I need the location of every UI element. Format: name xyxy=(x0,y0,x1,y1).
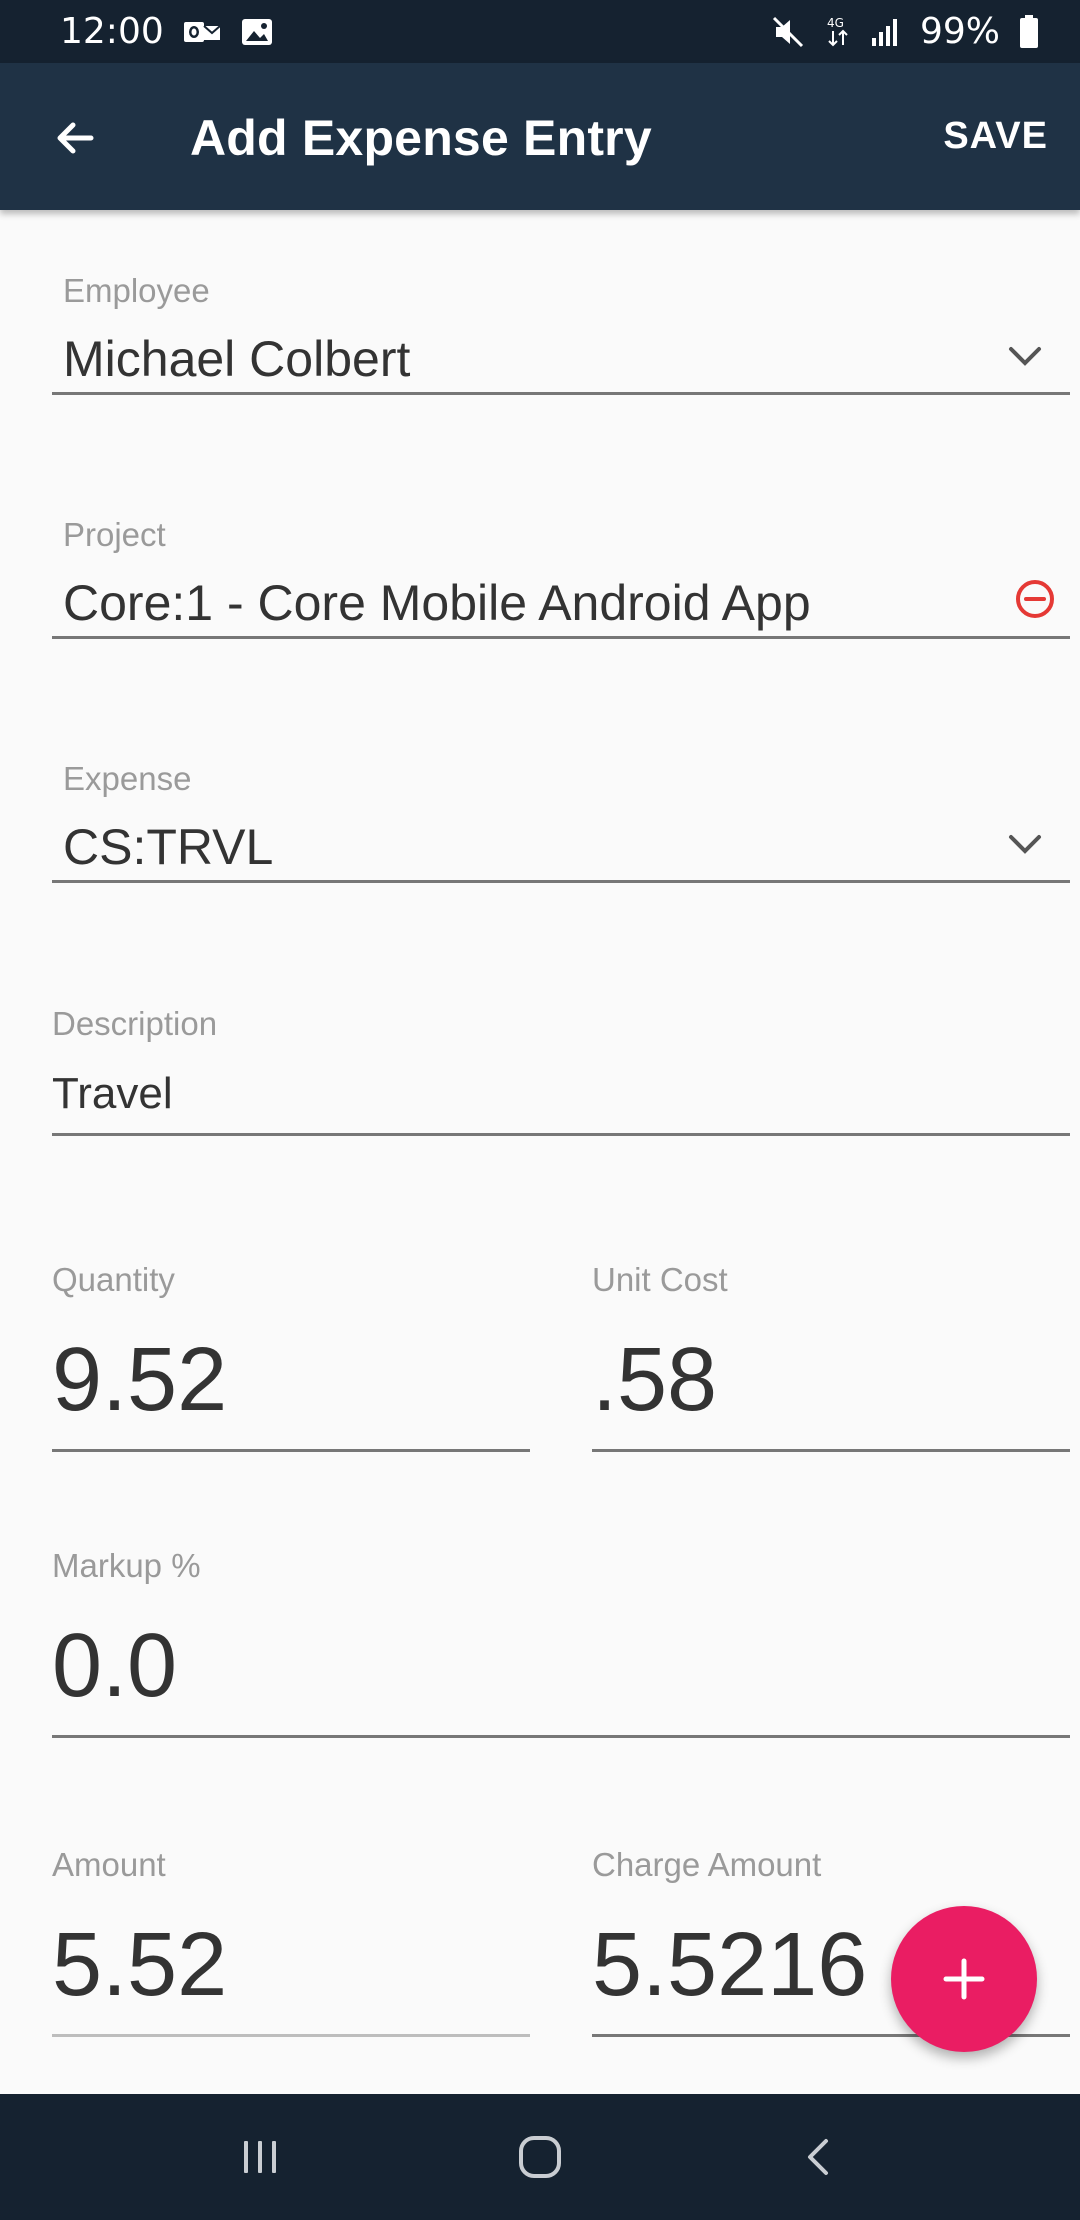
back-icon xyxy=(808,2139,828,2175)
employee-value: Michael Colbert xyxy=(63,331,411,387)
signal-icon xyxy=(870,16,902,48)
quantity-underline xyxy=(52,1449,530,1452)
project-value: Core:1 - Core Mobile Android App xyxy=(63,575,811,631)
plus-icon xyxy=(943,1958,985,2000)
battery-icon xyxy=(1018,14,1040,50)
gallery-icon xyxy=(240,16,274,48)
charge-amount-label: Charge Amount xyxy=(592,1846,822,1883)
charge-amount-input[interactable]: 5.5216 xyxy=(592,1914,867,2017)
status-left: 12:00 xyxy=(60,11,274,52)
project-underline xyxy=(52,636,1070,639)
employee-field[interactable]: Employee Michael Colbert xyxy=(52,270,1070,396)
description-label: Description xyxy=(52,1005,218,1042)
back-button[interactable] xyxy=(40,103,110,173)
chevron-down-icon[interactable] xyxy=(1000,330,1050,380)
svg-text:4G: 4G xyxy=(827,16,844,30)
description-input[interactable]: Travel xyxy=(52,1069,173,1119)
unit-cost-underline xyxy=(592,1449,1070,1452)
expense-label: Expense xyxy=(63,760,192,797)
markup-field[interactable]: Markup % 0.0 xyxy=(52,1545,1070,1739)
amount-label: Amount xyxy=(52,1846,166,1883)
markup-label: Markup % xyxy=(52,1547,201,1584)
data-4g-icon: 4G xyxy=(824,14,852,50)
description-field[interactable]: Description Travel xyxy=(52,1003,1070,1137)
arrow-back-icon xyxy=(57,122,94,154)
amount-field: Amount 5.52 xyxy=(52,1844,530,2038)
description-underline xyxy=(52,1133,1070,1136)
battery-percent: 99% xyxy=(919,11,1000,52)
amount-underline xyxy=(52,2034,530,2037)
home-button[interactable] xyxy=(490,2107,590,2207)
app-bar: Add Expense Entry SAVE xyxy=(0,63,1080,210)
nav-back-button[interactable] xyxy=(770,2107,870,2207)
amount-value: 5.52 xyxy=(52,1915,228,2015)
outlook-icon xyxy=(182,16,222,48)
recent-apps-button[interactable] xyxy=(210,2107,310,2207)
home-icon xyxy=(519,2136,561,2178)
navigation-bar xyxy=(0,2094,1080,2220)
project-label: Project xyxy=(63,516,166,553)
add-button[interactable] xyxy=(891,1906,1037,2052)
employee-label: Employee xyxy=(63,272,210,309)
page-title: Add Expense Entry xyxy=(190,110,652,166)
expense-underline xyxy=(52,880,1070,883)
status-bar: 12:00 4G 99% xyxy=(0,0,1080,63)
chevron-down-icon[interactable] xyxy=(1000,818,1050,868)
quantity-label: Quantity xyxy=(52,1261,175,1298)
recent-apps-icon xyxy=(244,2141,276,2173)
employee-underline xyxy=(52,392,1070,395)
status-right: 4G 99% xyxy=(770,11,1040,52)
clear-project-icon[interactable] xyxy=(1010,574,1060,624)
unit-cost-field[interactable]: Unit Cost .58 xyxy=(592,1259,1070,1453)
project-field[interactable]: Project Core:1 - Core Mobile Android App xyxy=(52,514,1070,640)
save-button[interactable]: SAVE xyxy=(943,115,1048,158)
unit-cost-input[interactable]: .58 xyxy=(592,1329,717,1432)
unit-cost-label: Unit Cost xyxy=(592,1261,728,1298)
mute-icon xyxy=(770,14,806,50)
quantity-field[interactable]: Quantity 9.52 xyxy=(52,1259,530,1453)
expense-value: CS:TRVL xyxy=(63,819,274,875)
markup-underline xyxy=(52,1735,1070,1738)
expense-field[interactable]: Expense CS:TRVL xyxy=(52,758,1070,884)
markup-input[interactable]: 0.0 xyxy=(52,1615,177,1718)
status-time: 12:00 xyxy=(60,11,164,52)
quantity-input[interactable]: 9.52 xyxy=(52,1329,227,1432)
